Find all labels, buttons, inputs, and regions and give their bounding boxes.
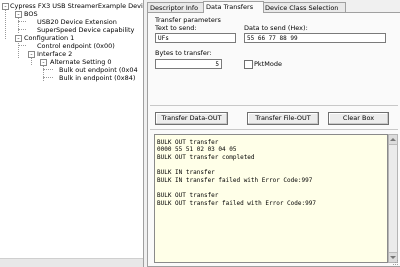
collapse-icon[interactable]: - — [2, 3, 9, 10]
log-line: BULK OUT transfer — [157, 192, 219, 199]
divider — [150, 105, 398, 106]
pktmode-checkbox[interactable] — [244, 60, 253, 69]
tree-node-bulk-in-endpoint[interactable]: Bulk in endpoint (0x84) — [59, 74, 135, 82]
log-line: BULK IN transfer — [157, 169, 215, 176]
log-line: BULK IN transfer failed with Error Code:… — [157, 177, 313, 184]
transfer-parameters-label: Transfer parameters — [155, 16, 221, 24]
tree-connector — [18, 21, 26, 22]
bytes-to-transfer-input[interactable]: 5 — [155, 59, 222, 69]
transfer-file-out-button[interactable]: Transfer File-OUT — [247, 112, 319, 125]
output-log[interactable]: BULK OUT transfer 0000 55 51 02 03 04 05… — [154, 134, 388, 263]
data-to-send-input[interactable]: 55 66 77 88 99 — [244, 33, 386, 43]
tree-connector — [43, 65, 44, 81]
tree-connector — [43, 77, 53, 78]
log-line: BULK OUT transfer completed — [157, 154, 255, 161]
log-line: BULK OUT transfer failed with Error Code… — [157, 200, 316, 207]
tree-node-configuration[interactable]: Configuration 1 — [24, 34, 74, 42]
log-line: 0000 55 51 02 03 04 05 — [157, 146, 237, 153]
tree-connector — [18, 29, 26, 30]
tree-node-bos[interactable]: BOS — [24, 10, 38, 18]
tree-node-control-endpoint[interactable]: Control endpoint (0x00) — [37, 42, 115, 50]
tree-connector — [5, 9, 6, 39]
log-vertical-scrollbar[interactable] — [388, 134, 398, 263]
tree-node-usb20-extension[interactable]: USB20 Device Extension — [37, 18, 117, 26]
tree-node-bulk-out-endpoint[interactable]: Bulk out endpoint (0x04 — [59, 66, 138, 74]
tree-connector — [18, 41, 19, 58]
data-transfers-panel: Transfer parameters Text to send: UFs Da… — [147, 12, 400, 267]
collapse-icon[interactable]: - — [40, 59, 47, 66]
tab-data-transfers[interactable]: Data Transfers — [203, 1, 264, 13]
divider — [150, 129, 398, 130]
tree-node-superspeed-capability[interactable]: SuperSpeed Device capability — [37, 26, 134, 34]
pktmode-label: PktMode — [254, 60, 282, 68]
tree-node-interface[interactable]: Interface 2 — [37, 50, 72, 58]
scroll-up-arrow-icon[interactable] — [389, 135, 397, 145]
tree-connector — [18, 17, 19, 33]
resize-grip-icon[interactable] — [391, 258, 399, 266]
collapse-icon[interactable]: - — [15, 35, 22, 42]
tree-connector — [31, 57, 32, 65]
data-to-send-label: Data to send (Hex): — [244, 24, 308, 32]
device-tree[interactable]: - Cypress FX3 USB StreamerExample Devi -… — [0, 0, 144, 267]
clear-box-button[interactable]: Clear Box — [328, 112, 389, 125]
collapse-icon[interactable]: - — [28, 51, 35, 58]
text-to-send-label: Text to send: — [155, 24, 197, 32]
log-line: BULK OUT transfer — [157, 139, 219, 146]
bytes-to-transfer-label: Bytes to transfer: — [155, 49, 212, 57]
transfer-data-out-button[interactable]: Transfer Data-OUT — [155, 112, 228, 125]
text-to-send-input[interactable]: UFs — [155, 33, 236, 43]
tree-horizontal-scrollbar[interactable] — [0, 258, 143, 267]
collapse-icon[interactable]: - — [15, 11, 22, 18]
tree-connector — [43, 69, 53, 70]
tree-node-alternate-setting[interactable]: Alternate Setting 0 — [50, 58, 112, 66]
tree-node-device[interactable]: Cypress FX3 USB StreamerExample Devi — [10, 2, 143, 10]
tree-connector — [18, 45, 26, 46]
